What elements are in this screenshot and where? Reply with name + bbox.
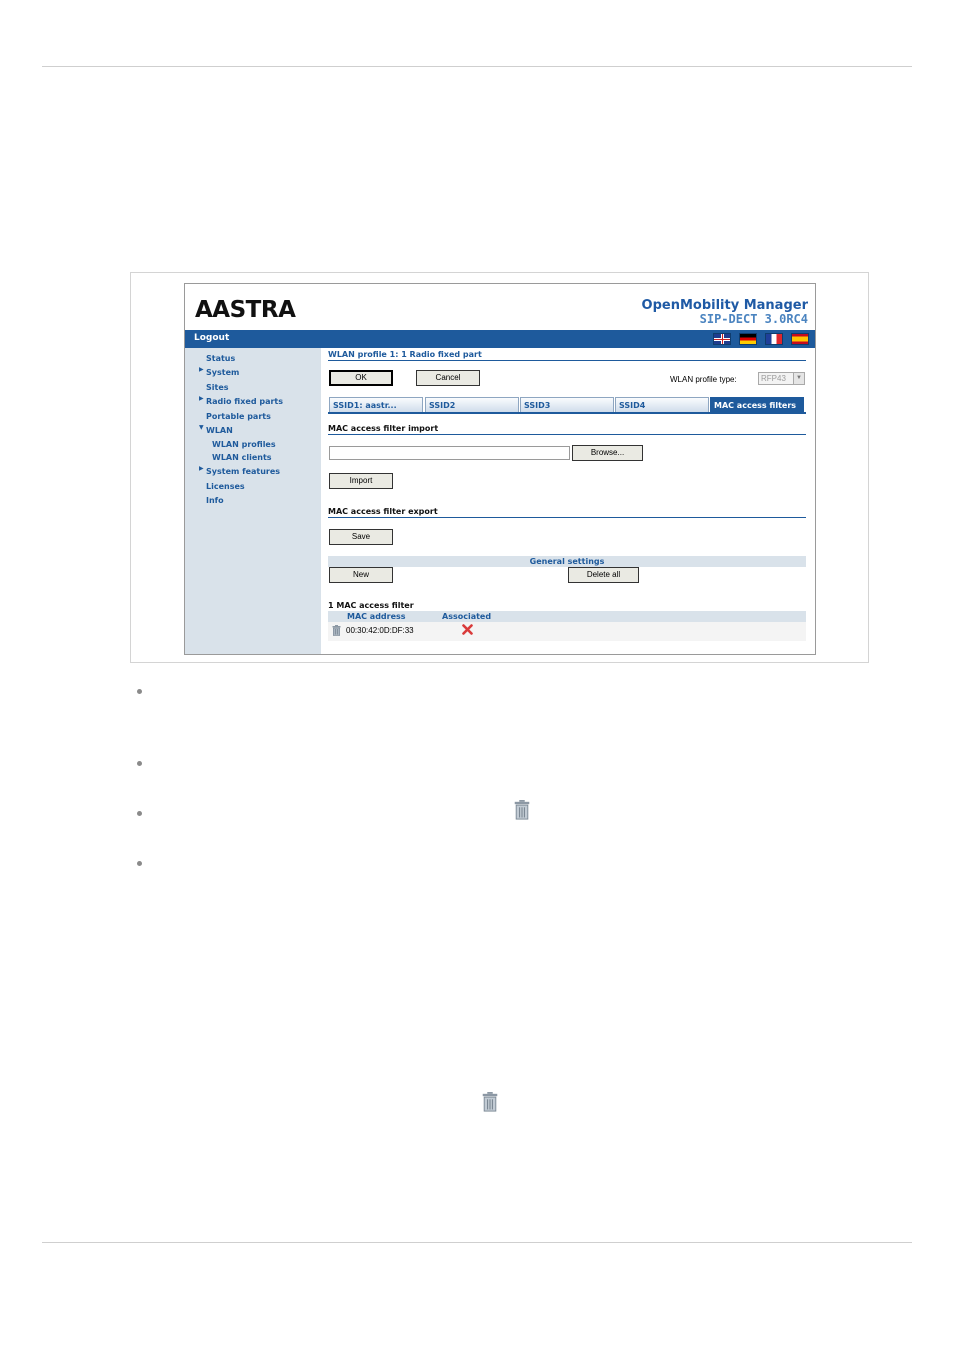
sidebar-item-portable-parts[interactable]: Portable parts (206, 412, 271, 421)
page-top-rule (42, 66, 912, 67)
import-divider (328, 434, 806, 435)
profile-type-select[interactable]: RFP43 ▼ (758, 372, 805, 385)
tab-ssid1[interactable]: SSID1: aastr... (329, 397, 423, 412)
page-title: WLAN profile 1: 1 Radio fixed part (328, 350, 482, 359)
sidebar: Status ▶ System Sites ▶ Radio fixed part… (185, 348, 321, 654)
expand-arrow-icon: ▶ (199, 366, 204, 373)
sidebar-item-wlan-clients[interactable]: WLAN clients (212, 453, 272, 462)
title-divider (328, 360, 806, 361)
browse-button[interactable]: Browse... (572, 445, 643, 461)
general-settings-band: General settings (328, 556, 806, 567)
profile-type-value: RFP43 (761, 374, 786, 383)
column-associated: Associated (442, 612, 492, 621)
tab-mac-access-filters[interactable]: MAC access filters (710, 397, 804, 412)
profile-type-label: WLAN profile type: (670, 375, 737, 384)
sidebar-item-system[interactable]: System (206, 368, 239, 377)
app-window: AASTRA OpenMobility Manager SIP-DECT 3.0… (184, 283, 816, 655)
trash-icon (514, 800, 530, 820)
export-divider (328, 517, 806, 518)
uk-flag-icon[interactable] (713, 333, 731, 345)
general-settings-title: General settings (529, 557, 605, 566)
not-associated-icon (462, 624, 473, 635)
sidebar-item-wlan[interactable]: WLAN (206, 426, 233, 435)
product-version: SIP-DECT 3.0RC4 (699, 312, 808, 326)
sidebar-item-info[interactable]: Info (206, 496, 224, 505)
expand-arrow-icon: ▶ (199, 395, 204, 402)
tab-ssid3[interactable]: SSID3 (520, 397, 614, 412)
tab-ssid2[interactable]: SSID2 (425, 397, 519, 412)
language-flags (713, 333, 809, 345)
logout-link[interactable]: Logout (194, 333, 229, 343)
bullet-point (137, 861, 142, 866)
bullet-point (137, 761, 142, 766)
sidebar-item-status[interactable]: Status (206, 354, 235, 363)
aastra-logo: AASTRA (195, 297, 296, 323)
import-file-input[interactable] (329, 446, 570, 460)
tab-underline (328, 412, 806, 414)
top-nav-bar: Logout (185, 330, 815, 348)
export-section-title: MAC access filter export (328, 507, 438, 516)
sidebar-item-sites[interactable]: Sites (206, 383, 229, 392)
save-button[interactable]: Save (329, 529, 393, 545)
trash-icon[interactable] (332, 625, 341, 636)
new-button[interactable]: New (329, 567, 393, 583)
main-content: WLAN profile 1: 1 Radio fixed part OK Ca… (328, 348, 806, 654)
product-name: OpenMobility Manager (641, 298, 808, 313)
french-flag-icon[interactable] (765, 333, 783, 345)
collapse-arrow-icon: ▼ (199, 424, 204, 431)
sidebar-item-radio-fixed-parts[interactable]: Radio fixed parts (206, 397, 283, 406)
page-bottom-rule (42, 1242, 912, 1243)
german-flag-icon[interactable] (739, 333, 757, 345)
ok-button[interactable]: OK (329, 370, 393, 386)
tab-ssid4[interactable]: SSID4 (615, 397, 709, 412)
delete-all-button[interactable]: Delete all (568, 567, 639, 583)
mac-address-value: 00:30:42:0D:DF:33 (346, 626, 414, 635)
cancel-button[interactable]: Cancel (416, 370, 480, 386)
spanish-flag-icon[interactable] (791, 333, 809, 345)
import-section-title: MAC access filter import (328, 424, 439, 433)
expand-arrow-icon: ▶ (199, 465, 204, 472)
filter-count-title: 1 MAC access filter (328, 601, 414, 610)
chevron-down-icon: ▼ (793, 373, 804, 384)
app-header: AASTRA OpenMobility Manager SIP-DECT 3.0… (185, 284, 815, 329)
bullet-point (137, 689, 142, 694)
sidebar-item-system-features[interactable]: System features (206, 467, 280, 476)
import-button[interactable]: Import (329, 473, 393, 489)
sidebar-item-wlan-profiles[interactable]: WLAN profiles (212, 440, 276, 449)
bullet-point (137, 811, 142, 816)
column-mac-address: MAC address (347, 612, 406, 621)
sidebar-item-licenses[interactable]: Licenses (206, 482, 245, 491)
trash-icon (482, 1092, 498, 1112)
